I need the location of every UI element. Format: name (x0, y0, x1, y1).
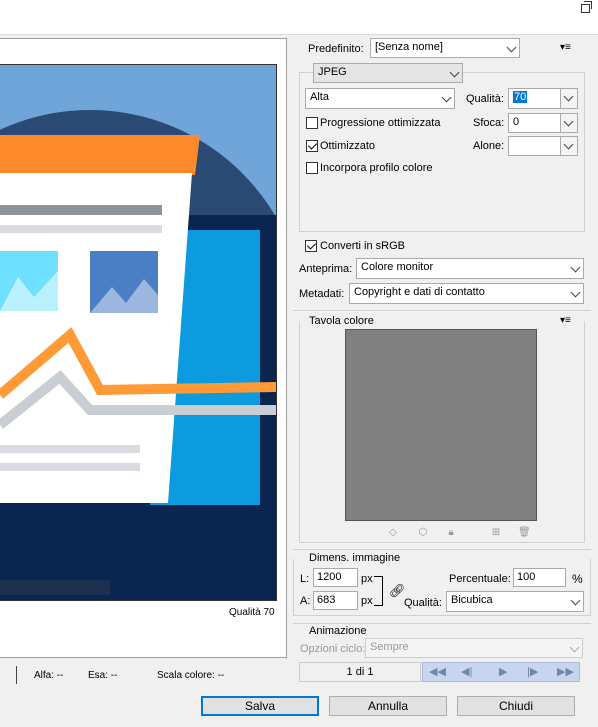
height-unit: px (361, 595, 373, 607)
status-bar: Alfa: -- Esa: -- Scala colore: -- (0, 660, 290, 690)
status-hex: Esa: -- (88, 670, 118, 681)
preset-label: Predefinito: (308, 43, 364, 55)
divider (293, 310, 591, 311)
divider (293, 549, 591, 550)
convert-srgb-checkbox[interactable] (305, 240, 317, 252)
metadata-label: Metadati: (299, 288, 345, 300)
preset-select[interactable]: [Senza nome] (370, 38, 520, 58)
loop-label: Opzioni ciclo: (300, 643, 366, 655)
preview-select[interactable]: Colore monitor (356, 258, 584, 279)
color-table-grid[interactable] (345, 329, 537, 521)
play-icon[interactable]: ▶ (499, 665, 507, 678)
loop-select[interactable]: Sempre (365, 638, 583, 658)
last-frame-icon[interactable]: ▶▶ (557, 665, 574, 678)
preview-label: Anteprima: (299, 263, 353, 275)
percent-label: Percentuale: (449, 573, 511, 585)
chevron-down-icon (570, 287, 581, 298)
save-button[interactable]: Salva (201, 696, 319, 716)
preview-value: Colore monitor (361, 261, 434, 273)
preview-image[interactable] (0, 64, 277, 601)
percent-input[interactable]: 100 (513, 568, 566, 587)
next-frame-icon[interactable]: |▶ (527, 665, 538, 678)
new-color-icon[interactable]: ⊞ (491, 528, 501, 538)
settings-group-box (299, 72, 585, 232)
status-alpha: Alfa: -- (34, 670, 64, 681)
web-shift-icon[interactable]: ⬡ (418, 528, 428, 538)
prev-frame-icon[interactable]: ◀| (461, 665, 472, 678)
animation-controls: ◀◀ ◀| ▶ |▶ ▶▶ (422, 662, 580, 682)
height-input[interactable]: 683 (313, 591, 358, 610)
frame-counter: 1 di 1 (299, 662, 421, 682)
height-label: A: (300, 595, 311, 607)
cancel-button[interactable]: Annulla (329, 696, 447, 716)
divider (293, 623, 591, 624)
percent-unit: % (572, 572, 583, 586)
resample-value: Bicubica (451, 594, 493, 606)
preset-value: [Senza nome] (375, 41, 443, 53)
close-button[interactable]: Chiudi (457, 696, 575, 716)
preview-quality-note: Qualità 70 (229, 607, 275, 618)
width-unit: px (361, 573, 373, 585)
status-index: Scala colore: -- (157, 670, 225, 681)
constrain-bracket (374, 576, 383, 606)
preset-menu-icon[interactable]: ▾≡ (560, 42, 571, 53)
delete-color-icon[interactable]: 🗑︎ (518, 528, 531, 538)
resample-select[interactable]: Bicubica (446, 591, 584, 612)
first-frame-icon[interactable]: ◀◀ (429, 665, 446, 678)
lock-color-icon[interactable]: 🔒︎ (446, 528, 456, 538)
preview-illustration (0, 65, 276, 600)
dialog-titlebar (0, 0, 598, 35)
width-input[interactable]: 1200 (313, 568, 358, 587)
animation-title: Animazione (309, 625, 367, 637)
map-transparency-icon[interactable]: ◇ (388, 528, 398, 538)
metadata-value: Copyright e dati di contatto (354, 286, 485, 298)
loop-value: Sempre (370, 641, 409, 653)
resample-label: Qualità: (404, 597, 442, 609)
status-separator (16, 666, 17, 684)
width-label: L: (300, 573, 310, 585)
restore-window-icon[interactable] (581, 1, 592, 13)
chevron-down-icon (570, 595, 581, 606)
chevron-down-icon (569, 642, 580, 653)
metadata-select[interactable]: Copyright e dati di contatto (349, 283, 584, 304)
chevron-down-icon (506, 42, 517, 53)
convert-srgb-label: Converti in sRGB (320, 240, 405, 252)
chevron-down-icon (570, 262, 581, 273)
